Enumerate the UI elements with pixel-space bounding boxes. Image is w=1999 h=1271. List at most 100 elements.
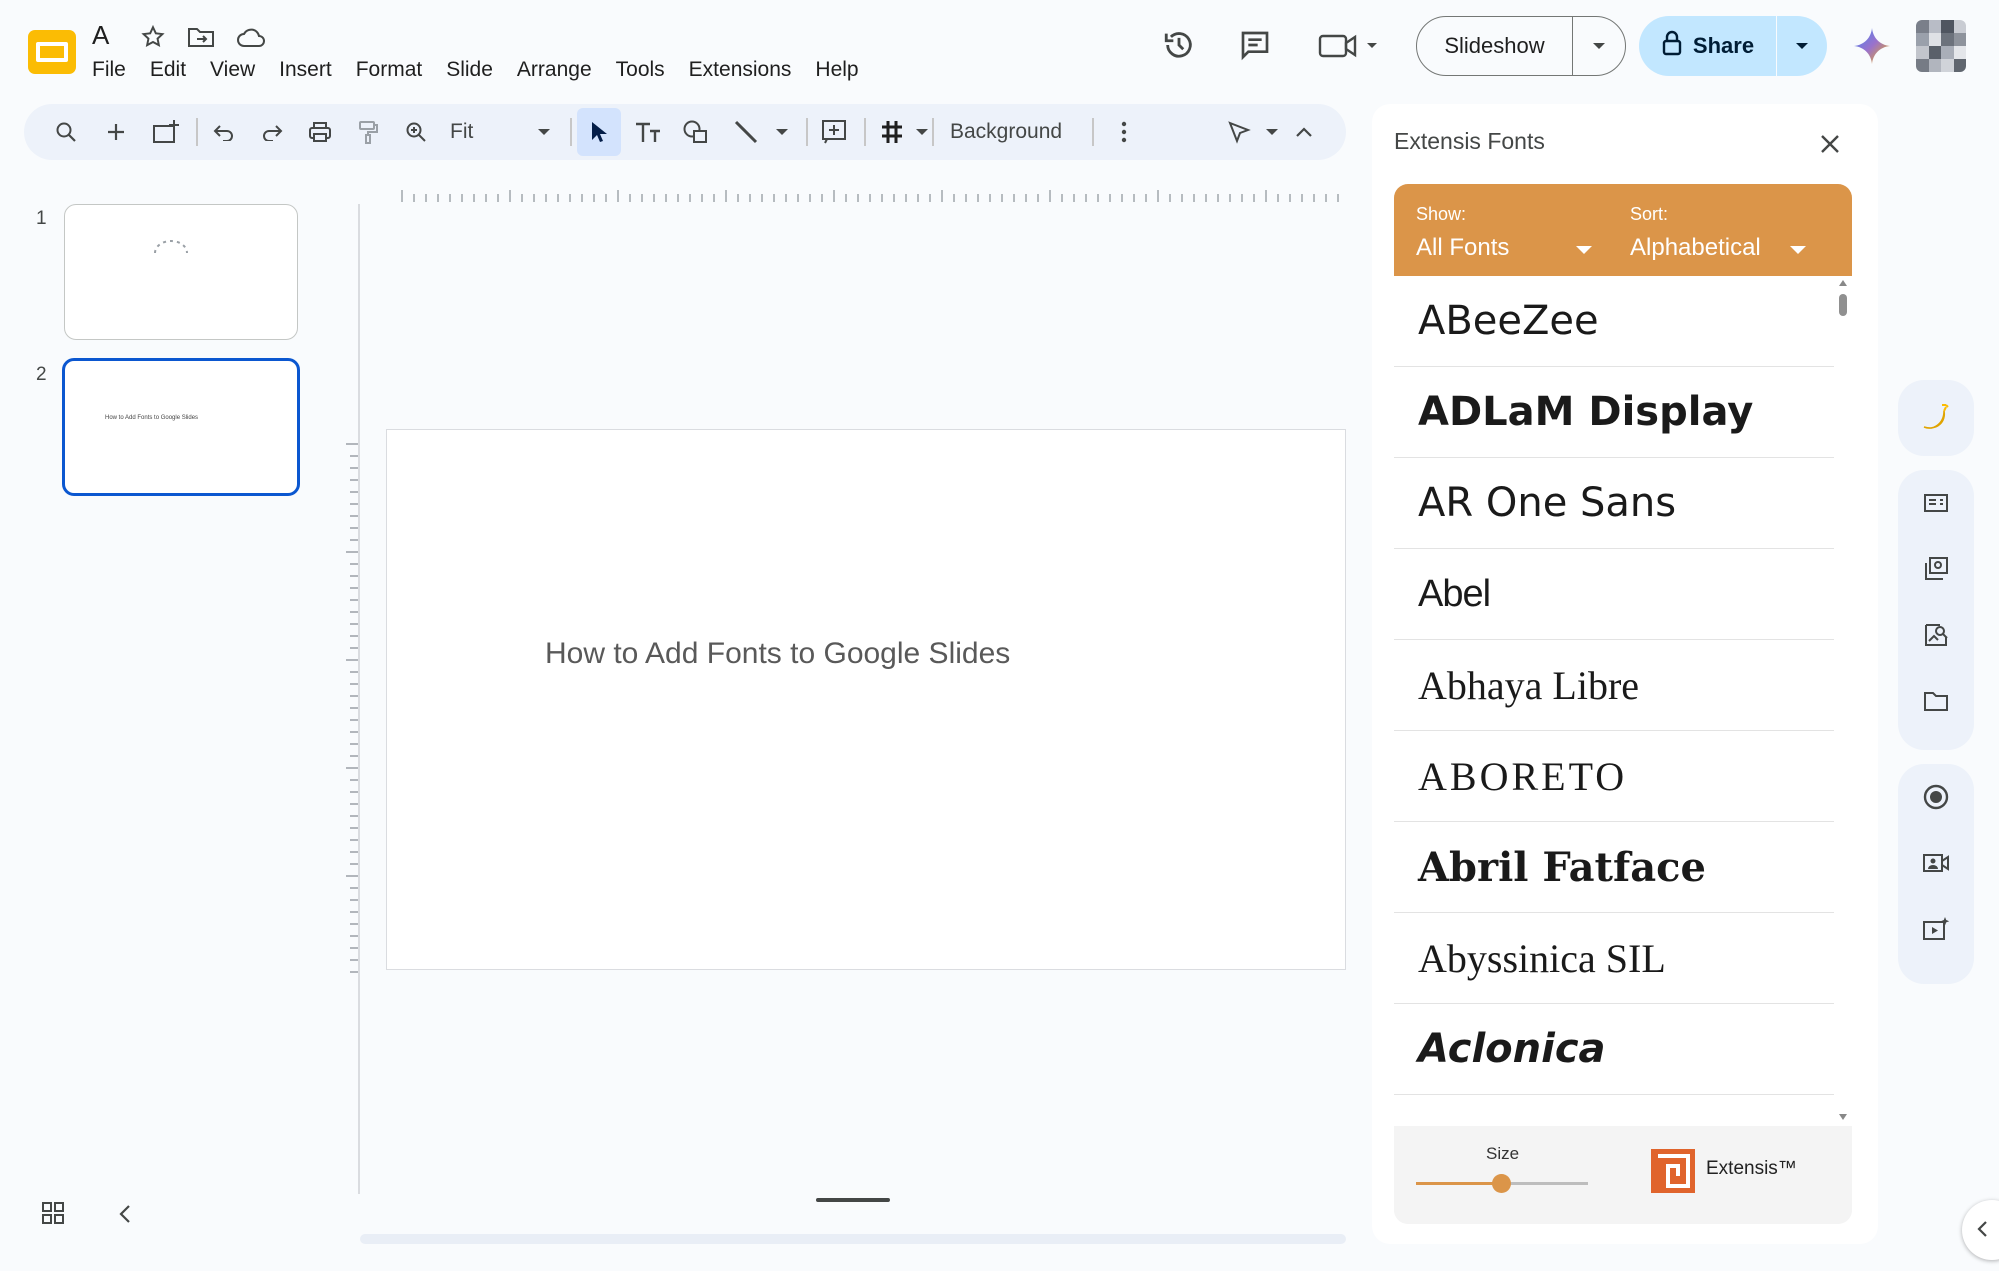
menu-insert[interactable]: Insert — [267, 56, 344, 84]
paint-format-icon[interactable] — [348, 112, 388, 152]
font-list-scrollbar[interactable] — [1834, 276, 1852, 1126]
menu-file[interactable]: File — [80, 56, 138, 84]
slide-thumbnail-1[interactable] — [64, 204, 298, 340]
grid-view-icon[interactable] — [40, 1200, 72, 1232]
slideshow-button[interactable]: Slideshow — [1416, 16, 1626, 76]
loading-spinner-icon — [151, 239, 191, 264]
slide-thumbnail-text: How to Add Fonts to Google Slides — [105, 415, 199, 421]
slide-title-text[interactable]: How to Add Fonts to Google Slides — [545, 637, 1010, 671]
slides-logo[interactable] — [26, 28, 78, 76]
print-icon[interactable] — [300, 112, 340, 152]
menu-format[interactable]: Format — [344, 56, 435, 84]
new-slide-layout-icon[interactable] — [146, 112, 186, 152]
rail-group-bottom — [1898, 764, 1974, 984]
font-list: ABeeZee ADLaM Display AR One Sans Abel A… — [1394, 276, 1834, 1126]
more-options-icon[interactable] — [1104, 112, 1144, 152]
share-main[interactable]: Share — [1639, 16, 1777, 76]
speaker-notes-handle[interactable] — [816, 1198, 890, 1202]
video-presenter-icon[interactable] — [1898, 830, 1974, 896]
layout-panel-icon[interactable] — [1898, 470, 1974, 536]
share-dropdown-icon[interactable] — [1777, 42, 1827, 50]
version-history-icon[interactable] — [1156, 22, 1202, 68]
zoom-dropdown-icon[interactable] — [524, 112, 564, 152]
redo-icon[interactable] — [252, 112, 292, 152]
folder-icon[interactable] — [1898, 668, 1974, 734]
account-avatar[interactable] — [1916, 20, 1966, 72]
zoom-icon[interactable] — [396, 112, 436, 152]
menu-extensions[interactable]: Extensions — [677, 56, 804, 84]
vertical-ruler[interactable] — [346, 440, 360, 980]
zoom-select[interactable]: Fit — [450, 118, 473, 146]
scroll-down-icon[interactable] — [1839, 1114, 1847, 1120]
gemini-icon[interactable] — [1852, 26, 1892, 66]
menu-slide[interactable]: Slide — [434, 56, 505, 84]
line-dropdown-icon[interactable] — [762, 112, 802, 152]
font-item[interactable]: ABORETO — [1394, 731, 1834, 822]
show-select[interactable]: All Fonts — [1416, 234, 1509, 262]
video-sparkle-icon[interactable] — [1898, 896, 1974, 962]
panel-title: Extensis Fonts — [1394, 128, 1545, 154]
font-item[interactable]: AR One Sans — [1394, 458, 1834, 549]
slide-number: 1 — [36, 208, 47, 229]
search-menus-icon[interactable] — [46, 112, 86, 152]
banana-addon-icon[interactable] — [1898, 380, 1974, 456]
slideshow-dropdown-icon[interactable] — [1573, 42, 1625, 50]
comments-icon[interactable] — [1232, 22, 1278, 68]
background-button[interactable]: Background — [950, 118, 1062, 146]
insert-comment-icon[interactable] — [814, 112, 854, 152]
move-to-folder-icon[interactable] — [186, 22, 216, 52]
menu-tools[interactable]: Tools — [604, 56, 677, 84]
menu-help[interactable]: Help — [803, 56, 870, 84]
line-icon[interactable] — [726, 112, 766, 152]
font-item[interactable]: Abril Fatface — [1394, 822, 1834, 913]
extensis-brand: Extensis™ — [1706, 1158, 1797, 1179]
select-cursor-icon[interactable] — [579, 112, 619, 152]
slides-library-icon[interactable] — [1898, 536, 1974, 602]
text-box-icon[interactable] — [628, 112, 668, 152]
shape-icon[interactable] — [676, 112, 716, 152]
rail-group-middle — [1898, 470, 1974, 750]
star-icon[interactable] — [138, 22, 168, 52]
expand-side-panel-button[interactable] — [1962, 1200, 1999, 1260]
font-item[interactable]: ABeeZee — [1394, 276, 1834, 367]
menu-arrange[interactable]: Arrange — [505, 56, 604, 84]
menubar: File Edit View Insert Format Slide Arran… — [80, 56, 871, 84]
input-tools-dropdown-icon[interactable] — [902, 112, 942, 152]
share-button[interactable]: Share — [1639, 16, 1827, 76]
sort-dropdown-icon[interactable] — [1790, 246, 1806, 254]
font-item[interactable]: Abyssinica SIL — [1394, 913, 1834, 1004]
horizontal-scrollbar[interactable] — [360, 1234, 1346, 1244]
show-dropdown-icon[interactable] — [1576, 246, 1592, 254]
slideshow-label[interactable]: Slideshow — [1417, 17, 1573, 75]
toolbar: Fit Background — [24, 104, 1346, 160]
new-slide-icon[interactable] — [96, 112, 136, 152]
record-icon[interactable] — [1898, 764, 1974, 830]
sort-select[interactable]: Alphabetical — [1630, 234, 1761, 262]
meet-camera-icon[interactable] — [1314, 22, 1384, 68]
size-control: Size Extensis™ — [1394, 1126, 1852, 1224]
slide-number: 2 — [36, 364, 47, 385]
scroll-up-icon[interactable] — [1839, 280, 1847, 286]
undo-icon[interactable] — [204, 112, 244, 152]
image-search-icon[interactable] — [1898, 602, 1974, 668]
collapse-filmstrip-icon[interactable] — [118, 1204, 142, 1228]
extensis-addon: Show: All Fonts Sort: Alphabetical ABeeZ… — [1394, 184, 1852, 1224]
cloud-saved-icon[interactable] — [236, 22, 266, 52]
menu-view[interactable]: View — [198, 56, 267, 84]
collapse-toolbar-icon[interactable] — [1284, 112, 1324, 152]
slide-canvas[interactable]: How to Add Fonts to Google Slides — [386, 429, 1346, 970]
font-item[interactable]: Aclonica — [1394, 1004, 1834, 1095]
close-icon[interactable] — [1812, 126, 1848, 162]
font-item[interactable]: ADLaM Display — [1394, 367, 1834, 458]
horizontal-ruler[interactable] — [400, 190, 1340, 204]
extensis-logo-icon — [1650, 1148, 1696, 1194]
google-slides-window: A File Edit View Insert Format Slide Arr… — [0, 0, 1999, 1271]
slide-thumbnail-2[interactable]: How to Add Fonts to Google Slides — [62, 358, 300, 496]
size-slider-thumb[interactable] — [1492, 1174, 1511, 1193]
menu-edit[interactable]: Edit — [138, 56, 198, 84]
extensis-fonts-panel: Extensis Fonts Show: All Fonts Sort: Alp… — [1372, 104, 1878, 1244]
scroll-thumb[interactable] — [1839, 294, 1847, 316]
document-title[interactable]: A — [92, 20, 109, 51]
font-item[interactable]: Abel — [1394, 549, 1834, 640]
font-item[interactable]: Abhaya Libre — [1394, 640, 1834, 731]
